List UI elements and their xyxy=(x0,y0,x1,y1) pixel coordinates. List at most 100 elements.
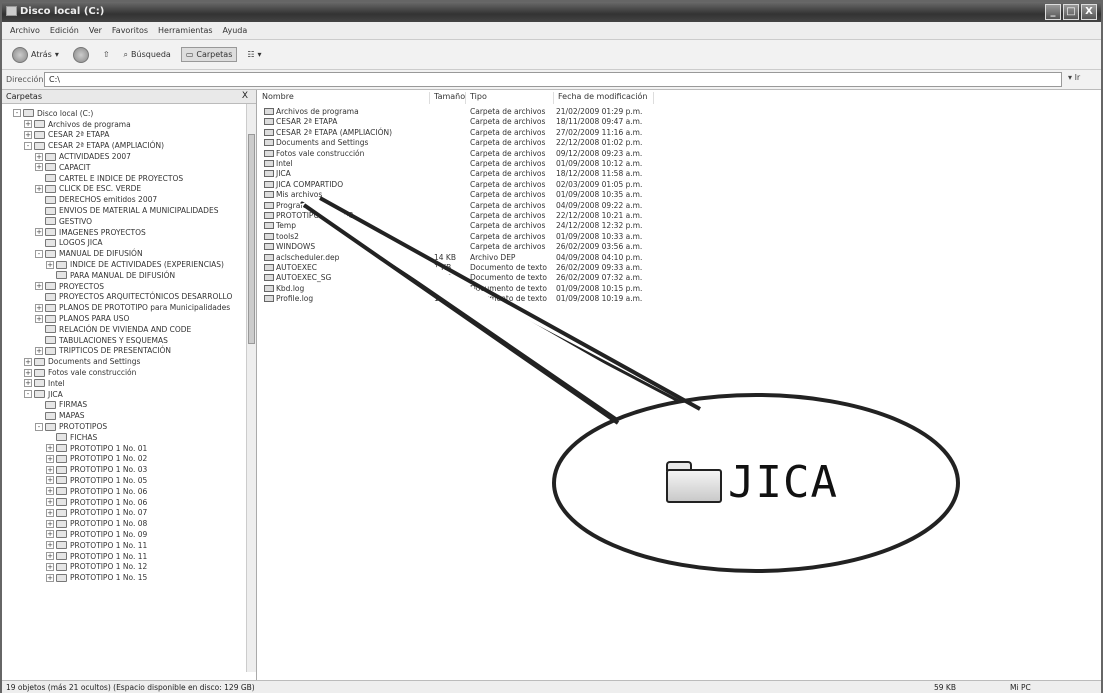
tree-node[interactable]: RELACIÓN DE VIVIENDA AND CODE xyxy=(2,324,256,335)
close-button[interactable]: X xyxy=(1081,4,1097,20)
minimize-button[interactable]: _ xyxy=(1045,4,1061,20)
expand-icon[interactable]: + xyxy=(35,152,43,161)
expand-icon[interactable]: + xyxy=(46,541,54,550)
expand-icon[interactable]: + xyxy=(24,357,32,366)
tree-node[interactable]: TABULACIONES Y ESQUEMAS xyxy=(2,335,256,346)
menu-ayuda[interactable]: Ayuda xyxy=(223,26,248,35)
tree-node[interactable]: - CESAR 2ª ETAPA (AMPLIACIÓN) xyxy=(2,140,256,151)
tree-node[interactable]: + IMAGENES PROYECTOS xyxy=(2,227,256,238)
column-header-name[interactable]: Nombre xyxy=(258,92,430,104)
file-row[interactable]: Mis archivos Carpeta de archivos 01/09/200… xyxy=(258,190,658,200)
menu-ver[interactable]: Ver xyxy=(89,26,102,35)
tree-node[interactable]: + PROTOTIPO 1 No. 02 xyxy=(2,454,256,465)
file-row[interactable]: WINDOWS Carpeta de archivos 26/02/2009 03:… xyxy=(258,242,658,252)
file-row[interactable]: CESAR 2ª ETAPA (AMPLIACIÓN) Carpeta de ar… xyxy=(258,128,658,138)
expand-icon[interactable]: + xyxy=(46,444,54,453)
file-row[interactable]: Archivos de programa Carpeta de archivos 2… xyxy=(258,107,658,117)
tree-node[interactable]: + PROTOTIPO 1 No. 03 xyxy=(2,464,256,475)
collapse-icon[interactable]: - xyxy=(35,422,43,431)
tree-node[interactable]: + ACTIVIDADES 2007 xyxy=(2,151,256,162)
tree-node[interactable]: - JICA xyxy=(2,389,256,400)
expand-icon[interactable]: + xyxy=(24,379,32,388)
views-button[interactable]: ☷ ▾ xyxy=(243,48,265,61)
tree-node[interactable]: + PROTOTIPO 1 No. 08 xyxy=(2,518,256,529)
tree-node[interactable]: + PLANOS PARA USO xyxy=(2,313,256,324)
file-row[interactable]: Kbd.log 1 KB Documento de texto 01/09/2008 … xyxy=(258,284,658,294)
file-row[interactable]: aclscheduler.dep 14 KB Archivo DEP 04/09/20… xyxy=(258,253,658,263)
expand-icon[interactable]: + xyxy=(35,228,43,237)
file-row[interactable]: Profile.log 1 KB Documento de texto 01/09/2… xyxy=(258,294,658,304)
menu-herramientas[interactable]: Herramientas xyxy=(158,26,213,35)
tree-node[interactable]: FICHAS xyxy=(2,432,256,443)
tree-node[interactable]: PROYECTOS ARQUITECTÓNICOS DESARROLLO xyxy=(2,292,256,303)
expand-icon[interactable]: + xyxy=(46,508,54,517)
tree-node[interactable]: PARA MANUAL DE DIFUSIÓN xyxy=(2,270,256,281)
tree-node[interactable]: + Archivos de programa xyxy=(2,119,256,130)
title-bar[interactable]: Disco local (C:) _ □ X xyxy=(2,2,1101,22)
scrollbar-thumb[interactable] xyxy=(248,134,255,344)
file-row[interactable]: AUTOEXEC 1 KB Documento de texto 26/02/2009… xyxy=(258,263,658,273)
tree-node[interactable]: + PROTOTIPO 1 No. 06 xyxy=(2,497,256,508)
tree-node[interactable]: + INDICE DE ACTIVIDADES (EXPERIENCIAS) xyxy=(2,259,256,270)
tree-node[interactable]: + PROTOTIPO 1 No. 15 xyxy=(2,572,256,583)
tree-node[interactable]: FIRMAS xyxy=(2,400,256,411)
expand-icon[interactable]: + xyxy=(35,163,43,172)
tree-node[interactable]: + PROTOTIPO 1 No. 06 xyxy=(2,486,256,497)
expand-icon[interactable]: + xyxy=(46,487,54,496)
collapse-icon[interactable]: - xyxy=(24,390,32,399)
column-header-date[interactable]: Fecha de modificación xyxy=(554,92,654,104)
expand-icon[interactable]: + xyxy=(35,303,43,312)
column-header-size[interactable]: Tamaño xyxy=(430,92,466,104)
tree-node[interactable]: - PROTOTIPOS xyxy=(2,421,256,432)
tree-scrollbar[interactable] xyxy=(246,104,256,672)
column-header-type[interactable]: Tipo xyxy=(466,92,554,104)
tree-node[interactable]: - Disco local (C:) xyxy=(2,108,256,119)
tree-node[interactable]: GESTIVO xyxy=(2,216,256,227)
tree-node[interactable]: + PROTOTIPO 1 No. 01 xyxy=(2,443,256,454)
collapse-icon[interactable]: - xyxy=(35,249,43,258)
expand-icon[interactable]: + xyxy=(24,368,32,377)
tree-node[interactable]: DERECHOS emitidos 2007 xyxy=(2,194,256,205)
file-row[interactable]: Fotos vale construcción Carpeta de archiv… xyxy=(258,149,658,159)
file-row[interactable]: Program Files Carpeta de archivos 04/09/20… xyxy=(258,201,658,211)
file-row[interactable]: JICA Carpeta de archivos 18/12/2008 11:58 … xyxy=(258,169,658,179)
tree-node[interactable]: + PROTOTIPO 1 No. 09 xyxy=(2,529,256,540)
expand-icon[interactable]: + xyxy=(46,530,54,539)
expand-icon[interactable]: + xyxy=(35,314,43,323)
expand-icon[interactable]: + xyxy=(35,184,43,193)
expand-icon[interactable]: + xyxy=(46,573,54,582)
folders-button[interactable]: ▭ Carpetas xyxy=(180,47,238,62)
tree-node[interactable]: + PROYECTOS xyxy=(2,281,256,292)
expand-icon[interactable]: + xyxy=(46,454,54,463)
file-row[interactable]: PROTOTIPO 1 No. 08 Carpeta de archivos 22/… xyxy=(258,211,658,221)
expand-icon[interactable]: + xyxy=(35,282,43,291)
expand-icon[interactable]: + xyxy=(46,552,54,561)
tree-node[interactable]: - MANUAL DE DIFUSIÓN xyxy=(2,248,256,259)
collapse-icon[interactable]: - xyxy=(24,141,32,150)
tree-node[interactable]: ENVIOS DE MATERIAL A MUNICIPALIDADES xyxy=(2,205,256,216)
expand-icon[interactable]: + xyxy=(46,260,54,269)
file-row[interactable]: Temp Carpeta de archivos 24/12/2008 12:32 … xyxy=(258,221,658,231)
up-button[interactable]: ⇧ xyxy=(99,48,114,61)
collapse-icon[interactable]: - xyxy=(13,109,21,118)
expand-icon[interactable]: + xyxy=(46,519,54,528)
back-button[interactable]: Atrás ▾ xyxy=(8,45,63,65)
tree-node[interactable]: + PROTOTIPO 1 No. 12 xyxy=(2,561,256,572)
tree-node[interactable]: + Documents and Settings xyxy=(2,356,256,367)
menu-edicion[interactable]: Edición xyxy=(50,26,79,35)
tree-node[interactable]: + TRIPTICOS DE PRESENTACIÓN xyxy=(2,346,256,357)
go-button[interactable]: ▾ Ir xyxy=(1068,73,1080,82)
file-row[interactable]: CESAR 2ª ETAPA Carpeta de archivos 18/11/2… xyxy=(258,117,658,127)
tree-node[interactable]: LOGOS JICA xyxy=(2,238,256,249)
expand-icon[interactable]: + xyxy=(46,476,54,485)
menu-archivo[interactable]: Archivo xyxy=(10,26,40,35)
expand-icon[interactable]: + xyxy=(24,130,32,139)
tree-node[interactable]: + PROTOTIPO 1 No. 11 xyxy=(2,540,256,551)
forward-button[interactable] xyxy=(69,45,93,65)
expand-icon[interactable]: + xyxy=(46,562,54,571)
file-row[interactable]: AUTOEXEC_SG 1 KB Documento de texto 26/02/2… xyxy=(258,273,658,283)
expand-icon[interactable]: + xyxy=(46,498,54,507)
file-row[interactable]: Intel Carpeta de archivos 01/09/2008 10:12… xyxy=(258,159,658,169)
tree-node[interactable]: + CESAR 2ª ETAPA xyxy=(2,130,256,141)
tree-node[interactable]: + Fotos vale construcción xyxy=(2,367,256,378)
